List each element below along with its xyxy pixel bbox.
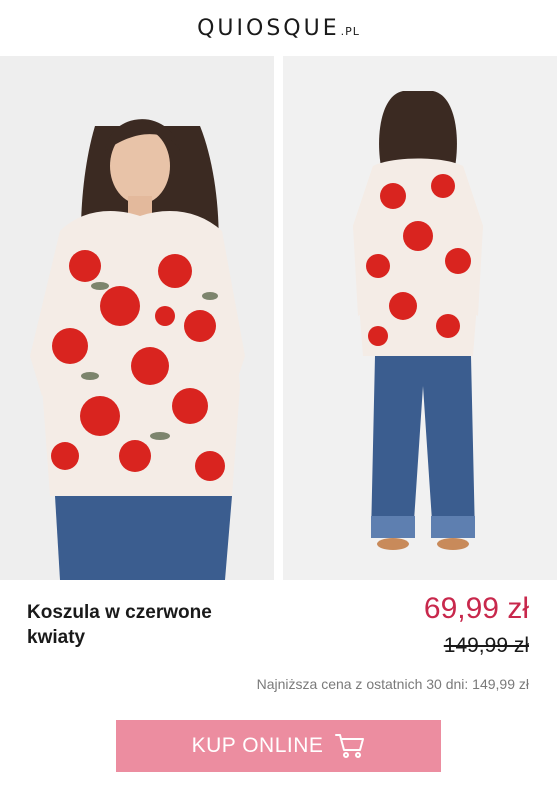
front-photo-illustration [0, 56, 274, 580]
cart-icon [335, 733, 365, 759]
product-photo-front[interactable] [0, 56, 274, 580]
current-price: 69,99 zł [423, 592, 529, 625]
buy-online-button[interactable]: KUP ONLINE [116, 720, 441, 772]
product-title[interactable]: Koszula w czerwone kwiaty [27, 600, 267, 650]
brand-name: QUIOSQUE [197, 15, 340, 41]
lowest-price-note: Najniższa cena z ostatnich 30 dni: 149,9… [256, 676, 529, 692]
buy-online-label: KUP ONLINE [191, 734, 324, 757]
product-photo-back[interactable] [283, 56, 557, 580]
old-price: 149,99 zł [443, 634, 529, 657]
back-photo-illustration [283, 56, 557, 580]
header: QUIOSQUE.PL [0, 0, 557, 56]
brand-suffix: .PL [340, 24, 360, 38]
brand-logo[interactable]: QUIOSQUE.PL [197, 16, 360, 41]
